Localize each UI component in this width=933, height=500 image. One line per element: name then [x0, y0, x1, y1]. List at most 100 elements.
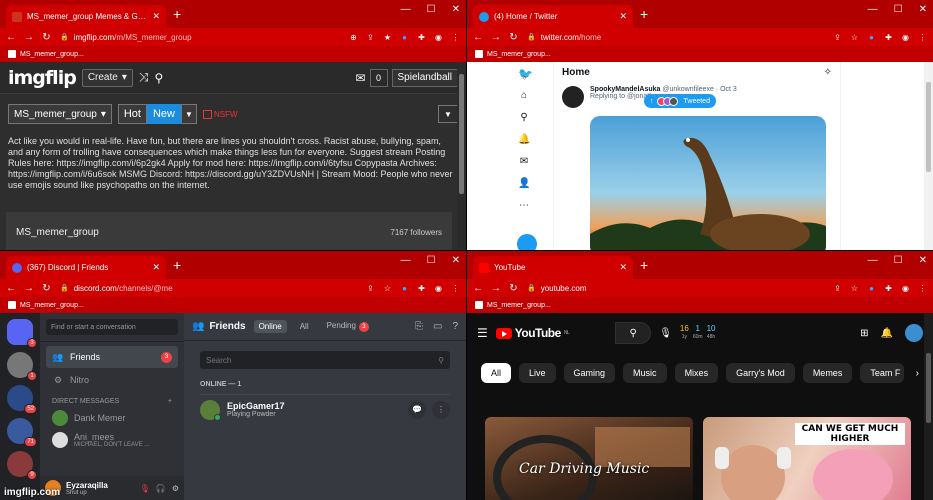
maximize-icon[interactable]: ☐ — [427, 4, 436, 15]
imgflip-logo[interactable]: imgflip — [8, 67, 77, 89]
search-button[interactable]: ⚲ — [615, 322, 652, 344]
bookmark-star-icon[interactable]: ★ — [383, 33, 392, 42]
back-icon[interactable]: ← — [6, 32, 16, 43]
menu-icon[interactable]: ⋮ — [918, 33, 927, 42]
shuffle-icon[interactable]: ⤨ — [139, 70, 149, 85]
extension-icon[interactable]: ● — [400, 33, 409, 42]
find-conversation-input[interactable]: Find or start a conversation — [46, 319, 178, 335]
new-tab-button[interactable]: + — [173, 257, 181, 273]
menu-icon[interactable]: ⋮ — [451, 33, 460, 42]
twitter-bird-icon[interactable]: 🐦 — [518, 68, 533, 80]
bookmark-item[interactable]: MS_memer_group... — [487, 51, 551, 58]
puzzle-icon[interactable]: ✚ — [417, 284, 426, 293]
message-icon[interactable]: 💬 — [408, 400, 426, 419]
chip-music[interactable]: Music — [623, 363, 667, 383]
list-item[interactable]: Dank Memer — [40, 407, 184, 429]
messages-icon[interactable]: ✉ — [518, 156, 530, 168]
reload-icon[interactable]: ↻ — [42, 283, 51, 294]
forward-icon[interactable]: → — [24, 283, 34, 294]
new-group-dm-icon[interactable]: ⎘ — [415, 321, 423, 332]
forward-icon[interactable]: → — [491, 283, 501, 294]
minimize-icon[interactable]: — — [868, 4, 878, 15]
reload-icon[interactable]: ↻ — [42, 32, 51, 43]
bookmark-star-icon[interactable]: ☆ — [850, 33, 859, 42]
share-icon[interactable]: ⇪ — [366, 284, 375, 293]
reload-icon[interactable]: ↻ — [509, 283, 518, 294]
scroll-thumb[interactable] — [926, 82, 931, 172]
stream-menu-button[interactable]: ▼ — [438, 105, 458, 123]
tweet-button[interactable] — [517, 234, 537, 250]
explore-icon[interactable]: ⚲ — [518, 112, 530, 124]
close-tab-icon[interactable]: ✕ — [152, 11, 160, 22]
share-icon[interactable]: ⇪ — [833, 33, 842, 42]
stream-select[interactable]: MS_memer_group ▾ — [8, 104, 112, 124]
chevron-right-icon[interactable]: › — [916, 368, 919, 379]
stream-card[interactable]: MS_memer_group 7167 followers — [6, 212, 452, 250]
browser-tab[interactable]: MS_memer_group Memes & GIFs ✕ — [6, 5, 166, 28]
help-icon[interactable]: ? — [452, 321, 458, 332]
chip-all[interactable]: All — [481, 363, 512, 383]
menu-icon[interactable]: ⋮ — [451, 284, 460, 293]
share-icon[interactable]: ⇪ — [366, 33, 375, 42]
tab-online[interactable]: Online — [253, 320, 287, 333]
browser-tab[interactable]: YouTube ✕ — [473, 256, 633, 279]
list-item[interactable]: Ani_mees MICHAEL, DON'T LEAVE ... — [40, 429, 184, 451]
server-icon[interactable]: 71 — [7, 418, 37, 447]
minimize-icon[interactable]: — — [401, 4, 411, 15]
maximize-icon[interactable]: ☐ — [894, 255, 903, 266]
sidebar-item-friends[interactable]: 👥 Friends 3 — [46, 346, 178, 368]
nsfw-toggle[interactable]: NSFW — [202, 109, 238, 119]
puzzle-icon[interactable]: ✚ — [417, 33, 426, 42]
extension-icon[interactable]: ● — [400, 284, 409, 293]
user-menu[interactable]: Spielandball — [391, 68, 458, 87]
avatar[interactable] — [562, 86, 584, 108]
search-icon[interactable]: ⚲ — [154, 71, 163, 85]
new-tab-button[interactable]: + — [173, 6, 181, 22]
tweet-author[interactable]: SpookyMandelAsuka — [590, 86, 660, 93]
nsfw-checkbox[interactable] — [202, 109, 212, 119]
new-button[interactable]: New — [146, 104, 181, 124]
youtube-logo[interactable]: YouTube NL — [495, 326, 570, 340]
new-tweets-pill[interactable]: ↑ Tweeted — [644, 94, 716, 108]
more-icon[interactable]: ⋮ — [432, 400, 450, 419]
notification-count[interactable]: 0 — [369, 68, 388, 87]
scrollbar[interactable] — [924, 62, 933, 250]
close-window-icon[interactable]: ✕ — [919, 255, 927, 266]
mute-mic-icon[interactable]: 🎙 — [140, 484, 150, 493]
chip-live[interactable]: Live — [519, 363, 556, 383]
mail-icon[interactable]: ✉ — [355, 71, 365, 85]
server-icon[interactable]: 9 — [7, 451, 37, 480]
home-icon[interactable]: ⌂ — [518, 90, 530, 102]
zoom-icon[interactable]: ⊕ — [349, 33, 358, 42]
search-input[interactable]: Search ⚲ — [200, 351, 450, 369]
extension-icon[interactable]: ● — [867, 284, 876, 293]
hot-button[interactable]: Hot — [117, 104, 147, 124]
notifications-icon[interactable]: 🔔 — [518, 134, 530, 146]
add-dm-icon[interactable]: + — [168, 398, 172, 405]
back-icon[interactable]: ← — [473, 283, 483, 294]
browser-tab[interactable]: (4) Home / Twitter ✕ — [473, 5, 633, 28]
share-icon[interactable]: ⇪ — [833, 284, 842, 293]
video-thumbnail[interactable]: CAN WE GET MUCH HIGHER — [703, 417, 911, 500]
puzzle-icon[interactable]: ✚ — [884, 33, 893, 42]
profile-icon[interactable]: 👤 — [518, 178, 530, 190]
scroll-thumb[interactable] — [459, 74, 464, 194]
voice-search-icon[interactable]: 🎙 — [659, 328, 672, 339]
friend-row[interactable]: EpicGamer17 Playing Powder 💬 ⋮ — [200, 394, 450, 424]
chip-gaming[interactable]: Gaming — [563, 363, 616, 383]
scrollbar[interactable] — [924, 313, 933, 500]
headphones-icon[interactable]: 🎧 — [156, 484, 166, 493]
minimize-icon[interactable]: — — [868, 255, 878, 266]
create-button[interactable]: Create ▾ — [81, 68, 133, 87]
server-icon[interactable]: 1 — [7, 352, 37, 381]
close-tab-icon[interactable]: ✕ — [152, 262, 160, 273]
settings-gear-icon[interactable]: ⚙ — [172, 484, 179, 493]
server-icon[interactable]: 52 — [7, 385, 37, 414]
url-field[interactable]: 🔒 imgflip.com/m/MS_memer_group — [60, 30, 340, 44]
chip-memes[interactable]: Memes — [802, 363, 853, 383]
url-field[interactable]: 🔒 youtube.com — [527, 281, 824, 295]
tab-pending[interactable]: Pending 3 — [322, 319, 374, 334]
close-tab-icon[interactable]: ✕ — [619, 262, 627, 273]
minimize-icon[interactable]: — — [401, 255, 411, 266]
maximize-icon[interactable]: ☐ — [894, 4, 903, 15]
